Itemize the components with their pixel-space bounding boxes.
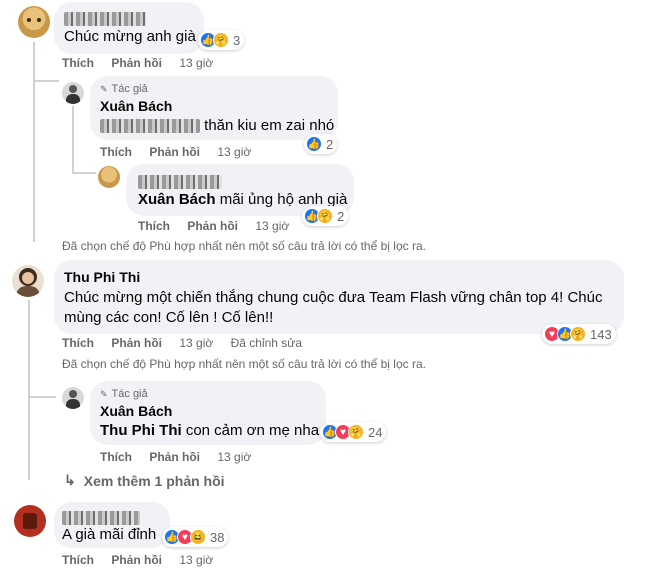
comment-text: mùng các con! Cố lên ! Cố lên!! (64, 309, 274, 326)
avatar[interactable] (98, 166, 120, 188)
avatar-thu-phi-thi[interactable] (12, 265, 44, 297)
haha-icon: 😆 (190, 529, 206, 545)
mention-link[interactable]: Thu Phi Thi (100, 422, 182, 439)
comment-actions: Thích Phản hồi 13 giờ (100, 145, 265, 159)
commenter-name[interactable]: Xuân Bách (100, 403, 172, 419)
comment-actions: Thích Phản hồi 13 giờ (138, 219, 303, 233)
reaction-summary[interactable]: 👍 2 (304, 134, 338, 154)
mention-link[interactable]: Xuân Bách (138, 191, 216, 208)
like-button[interactable]: Thích (100, 145, 132, 159)
comment-text: Chúc mừng anh già (64, 28, 196, 45)
comment-bubble: A già mãi đỉnh (54, 502, 170, 548)
like-button[interactable]: Thích (62, 336, 94, 350)
reply-bubble: ✎ Tác giả Xuân Bách Thu Phi Thi con cảm ơ… (90, 381, 326, 445)
comment-actions: Thích Phản hồi 13 giờ Đã chỉnh sửa (62, 336, 316, 350)
view-more-replies[interactable]: ↳ Xem thêm 1 phản hồi (64, 472, 225, 489)
avatar[interactable] (18, 6, 50, 38)
comment-text-row: thăn kiu em zai nhó (100, 116, 334, 136)
comment-text: thăn kiu em zai nhó (204, 117, 335, 134)
care-icon: 🤗 (570, 326, 586, 342)
commenter-name-blurred[interactable] (64, 10, 146, 28)
thread-branch (72, 172, 96, 174)
avatar-xuan-bach[interactable] (62, 82, 84, 104)
like-button[interactable]: Thích (138, 219, 170, 233)
mention-blurred[interactable] (100, 119, 200, 134)
reply-button[interactable]: Phản hồi (111, 553, 162, 567)
like-button[interactable]: Thích (100, 450, 132, 464)
timestamp[interactable]: 13 giờ (217, 145, 251, 159)
timestamp[interactable]: 13 giờ (217, 450, 251, 464)
like-button[interactable]: Thích (62, 553, 94, 567)
avatar-xuan-bach[interactable] (62, 387, 84, 409)
reply-bubble: ✎ Tác giả Xuân Bách thăn kiu em zai nhó (90, 76, 338, 140)
pen-icon: ✎ (100, 83, 108, 94)
thread-branch (28, 396, 56, 398)
thread-line (28, 300, 30, 480)
filter-notice: Đã chọn chế độ Phù hợp nhất nên một số c… (62, 357, 426, 371)
timestamp[interactable]: 13 giờ (255, 219, 289, 233)
reply-button[interactable]: Phản hồi (111, 56, 162, 70)
reaction-summary[interactable]: 👍 🤗 3 (198, 30, 245, 50)
reaction-summary[interactable]: 👍 🤗 2 (302, 206, 349, 226)
edited-label[interactable]: Đã chỉnh sửa (231, 336, 302, 350)
filter-notice: Đã chọn chế độ Phù hợp nhất nên một số c… (62, 239, 426, 253)
reply-arrow-icon: ↳ (64, 472, 76, 488)
reply-button[interactable]: Phản hồi (187, 219, 238, 233)
avatar[interactable] (14, 505, 46, 537)
reaction-summary[interactable]: 👍 ♥ 🤗 24 (320, 422, 387, 442)
commenter-name-blurred[interactable] (138, 173, 222, 191)
comment-text-row: Thu Phi Thi con cảm ơn mẹ nha (100, 421, 319, 441)
care-icon: 🤗 (213, 32, 229, 48)
reply-button[interactable]: Phản hồi (149, 450, 200, 464)
like-button[interactable]: Thích (62, 56, 94, 70)
commenter-name[interactable]: Xuân Bách (100, 98, 172, 114)
reply-button[interactable]: Phản hồi (111, 336, 162, 350)
author-badge: ✎ Tác giả (100, 83, 148, 95)
comment-bubble: Chúc mừng anh già (54, 2, 204, 54)
comment-bubble: Thu Phi Thi Chúc mừng một chiến thắng ch… (54, 260, 624, 334)
care-icon: 🤗 (317, 208, 333, 224)
thread-branch (33, 80, 59, 82)
reaction-summary[interactable]: 👍 ♥ 😆 38 (162, 527, 229, 547)
comment-actions: Thích Phản hồi 13 giờ (100, 450, 265, 464)
timestamp[interactable]: 13 giờ (179, 553, 213, 567)
timestamp[interactable]: 13 giờ (179, 336, 213, 350)
author-badge: ✎ Tác giả (100, 388, 148, 400)
comment-text: A già mãi đỉnh (62, 526, 157, 543)
reply-button[interactable]: Phản hồi (149, 145, 200, 159)
thread-line (33, 42, 35, 242)
pen-icon: ✎ (100, 388, 108, 399)
like-icon: 👍 (306, 136, 322, 152)
comment-text: con cảm ơn mẹ nha (185, 422, 320, 439)
comment-actions: Thích Phản hồi 13 giờ (62, 56, 227, 70)
commenter-name[interactable]: Thu Phi Thi (64, 269, 140, 285)
comment-actions: Thích Phản hồi 13 giờ (62, 553, 227, 567)
timestamp[interactable]: 13 giờ (179, 56, 213, 70)
care-icon: 🤗 (348, 424, 364, 440)
comment-text: Chúc mừng một chiến thắng chung cuộc đưa… (64, 289, 603, 306)
reaction-summary[interactable]: ♥ 👍 🤗 143 (542, 324, 616, 344)
thread-line (72, 106, 74, 172)
